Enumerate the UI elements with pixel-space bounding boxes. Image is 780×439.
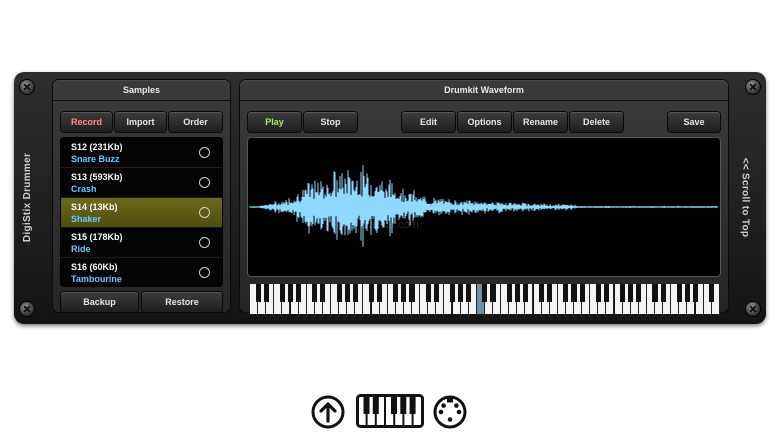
import-button[interactable]: Import bbox=[115, 112, 166, 132]
black-key[interactable] bbox=[466, 284, 472, 302]
black-key[interactable] bbox=[425, 284, 431, 302]
restore-button[interactable]: Restore bbox=[142, 292, 222, 312]
sample-row[interactable]: S12 (231Kb) Snare Buzz bbox=[61, 138, 222, 168]
black-key[interactable] bbox=[377, 284, 383, 302]
drum-machine-rack: DigiStix Drummer << Scroll to Top Sample… bbox=[14, 72, 766, 324]
save-button[interactable]: Save bbox=[668, 112, 720, 132]
black-key[interactable] bbox=[684, 284, 690, 302]
rename-button[interactable]: Rename bbox=[514, 112, 567, 132]
edit-button[interactable]: Edit bbox=[402, 112, 455, 132]
samples-panel: Samples Record Import Order S12 (231Kb) S… bbox=[53, 80, 230, 312]
sample-type: Tambourine bbox=[71, 274, 122, 284]
black-key[interactable] bbox=[336, 284, 342, 302]
app-title: DigiStix Drummer bbox=[22, 152, 34, 243]
options-button[interactable]: Options bbox=[458, 112, 511, 132]
black-key[interactable] bbox=[344, 284, 350, 302]
midi-connector-icon[interactable] bbox=[432, 394, 468, 430]
sample-type: Shaker bbox=[71, 214, 102, 224]
sample-type: Snare Buzz bbox=[71, 154, 120, 164]
screw-top-right bbox=[746, 80, 760, 94]
black-key[interactable] bbox=[409, 284, 415, 302]
black-key[interactable] bbox=[506, 284, 512, 302]
screw-bottom-left bbox=[20, 302, 34, 316]
black-key[interactable] bbox=[522, 284, 528, 302]
black-key[interactable] bbox=[255, 284, 261, 302]
delete-button[interactable]: Delete bbox=[570, 112, 623, 132]
black-key[interactable] bbox=[287, 284, 294, 302]
black-key[interactable] bbox=[368, 284, 375, 302]
watermark: ataStar.com bbox=[360, 219, 419, 231]
black-key[interactable] bbox=[563, 284, 569, 302]
sample-name: S13 (593Kb) bbox=[71, 172, 123, 182]
sample-name: S14 (13Kb) bbox=[71, 202, 118, 212]
black-key[interactable] bbox=[652, 284, 658, 302]
piano-keyboard-icon[interactable] bbox=[356, 394, 424, 428]
black-key[interactable] bbox=[458, 284, 464, 302]
screw-bottom-right bbox=[746, 302, 760, 316]
sample-select-radio[interactable] bbox=[199, 267, 210, 278]
waveform-graphic bbox=[249, 165, 718, 247]
sample-name: S16 (60Kb) bbox=[71, 262, 118, 272]
sample-row[interactable]: S14 (13Kb) Shaker bbox=[61, 198, 222, 228]
sample-row[interactable]: S15 (178Kb) Ride bbox=[61, 228, 222, 258]
screw-top-left bbox=[20, 80, 34, 94]
upload-icon[interactable] bbox=[310, 394, 346, 430]
black-key[interactable] bbox=[628, 284, 634, 302]
sample-select-radio[interactable] bbox=[199, 237, 210, 248]
sample-type: Ride bbox=[71, 244, 91, 254]
black-key[interactable] bbox=[579, 284, 585, 302]
record-button[interactable]: Record bbox=[61, 112, 112, 132]
black-key[interactable] bbox=[620, 284, 626, 302]
black-key[interactable] bbox=[449, 284, 456, 302]
black-key[interactable] bbox=[547, 284, 553, 302]
black-key[interactable] bbox=[595, 284, 601, 302]
sample-row[interactable]: S16 (60Kb) Tambourine bbox=[61, 258, 222, 286]
sample-list: S12 (231Kb) Snare Buzz S13 (593Kb) Crash S14… bbox=[61, 138, 222, 286]
black-key[interactable] bbox=[352, 284, 358, 302]
black-key[interactable] bbox=[571, 284, 577, 302]
play-button[interactable]: Play bbox=[248, 112, 301, 132]
black-key[interactable] bbox=[320, 284, 326, 302]
sample-select-radio[interactable] bbox=[199, 147, 210, 158]
black-key[interactable] bbox=[692, 284, 699, 302]
black-key[interactable] bbox=[433, 284, 439, 302]
backup-button[interactable]: Backup bbox=[61, 292, 138, 312]
order-button[interactable]: Order bbox=[169, 112, 222, 132]
black-key[interactable] bbox=[401, 284, 407, 302]
black-key[interactable] bbox=[393, 284, 399, 302]
waveform-display[interactable]: ataStar.com bbox=[248, 138, 720, 276]
black-key[interactable] bbox=[263, 284, 269, 302]
waveform-panel: Drumkit Waveform Play Stop Edit Options … bbox=[240, 80, 728, 314]
sample-name: S12 (231Kb) bbox=[71, 142, 123, 152]
stop-button[interactable]: Stop bbox=[304, 112, 357, 132]
sample-name: S15 (178Kb) bbox=[71, 232, 123, 242]
sample-select-radio[interactable] bbox=[199, 177, 210, 188]
black-key[interactable] bbox=[482, 284, 488, 302]
black-key[interactable] bbox=[279, 284, 285, 302]
black-key[interactable] bbox=[312, 284, 318, 302]
black-key[interactable] bbox=[296, 284, 302, 302]
sample-type: Crash bbox=[71, 184, 97, 194]
scroll-to-top-button[interactable]: << Scroll to Top bbox=[739, 158, 750, 238]
black-key[interactable] bbox=[514, 284, 520, 302]
black-key[interactable] bbox=[603, 284, 609, 302]
samples-title: Samples bbox=[53, 80, 230, 101]
black-key[interactable] bbox=[490, 284, 496, 302]
black-key[interactable] bbox=[676, 284, 682, 302]
sample-row[interactable]: S13 (593Kb) Crash bbox=[61, 168, 222, 198]
black-key[interactable] bbox=[539, 284, 545, 302]
piano-keyboard[interactable] bbox=[250, 284, 720, 314]
black-key[interactable] bbox=[636, 284, 642, 302]
waveform-title: Drumkit Waveform bbox=[240, 80, 728, 101]
black-key[interactable] bbox=[709, 284, 715, 302]
sample-select-radio[interactable] bbox=[199, 207, 210, 218]
black-key[interactable] bbox=[660, 284, 666, 302]
